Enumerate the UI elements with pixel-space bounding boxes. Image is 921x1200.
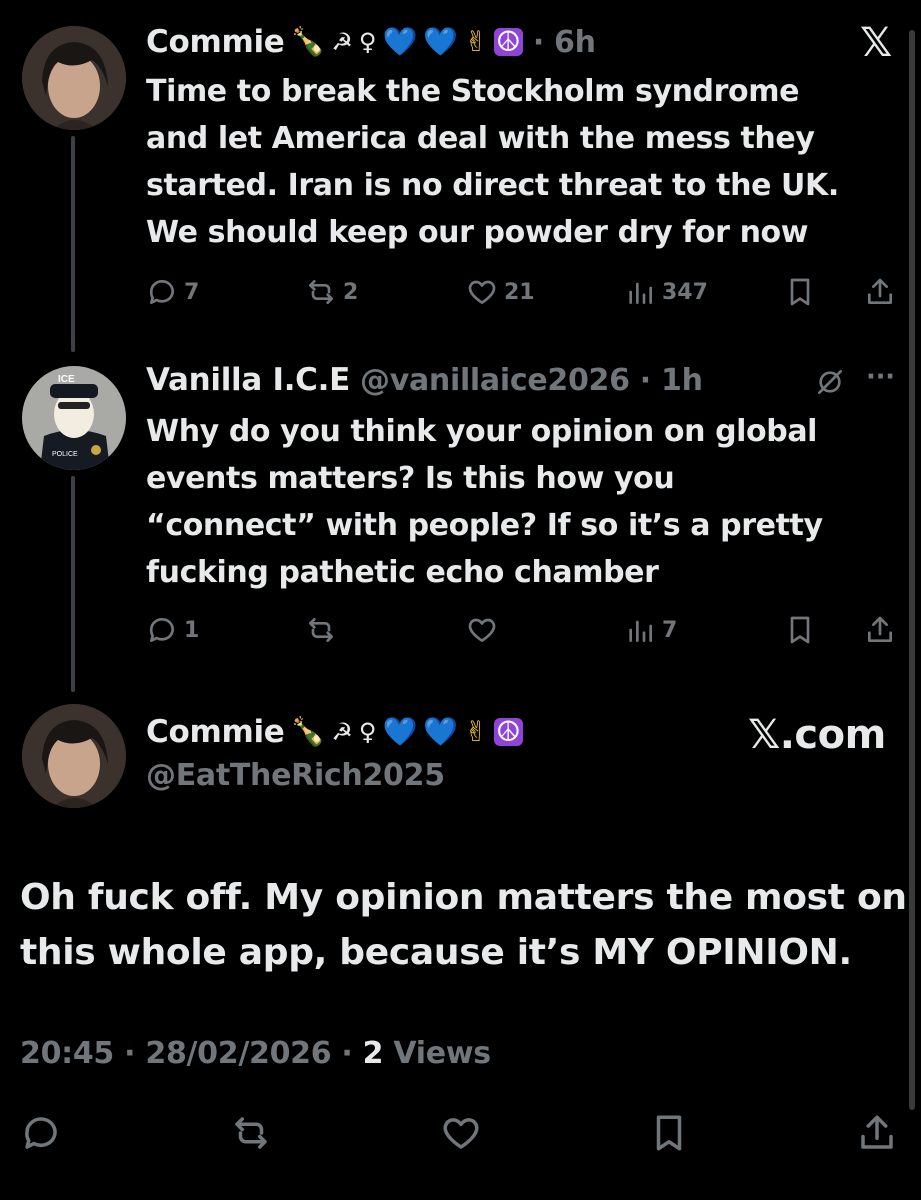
reply-button[interactable]: 1 bbox=[146, 614, 199, 646]
avatar-commie[interactable] bbox=[22, 704, 126, 808]
victory-hand-emoji: ✌ bbox=[464, 715, 488, 748]
repost-icon bbox=[309, 618, 333, 642]
bookmark-icon bbox=[790, 616, 810, 644]
like-count: 21 bbox=[504, 279, 535, 305]
share-icon bbox=[861, 1115, 893, 1149]
repost-button[interactable]: 2 bbox=[305, 276, 358, 308]
reply-button[interactable] bbox=[20, 1112, 62, 1158]
share-button[interactable] bbox=[856, 1112, 898, 1158]
x-com-brand: 𝕏.com bbox=[748, 712, 886, 758]
tweet2-body: Why do you think your opinion on global … bbox=[146, 408, 823, 596]
heart-icon bbox=[468, 618, 496, 642]
reply-button[interactable]: 7 bbox=[146, 276, 199, 308]
tweet-line: fucking pathetic echo chamber bbox=[146, 555, 659, 590]
more-options-button[interactable]: ··· bbox=[866, 362, 895, 392]
scrollbar[interactable] bbox=[909, 30, 915, 1110]
like-button[interactable] bbox=[440, 1112, 482, 1158]
victory-hand-emoji: ✌ bbox=[464, 25, 488, 58]
grok-icon bbox=[818, 370, 842, 394]
date-time[interactable]: 20:45 · 28/02/2026 · bbox=[20, 1036, 363, 1071]
blue-heart-emoji: 💙 bbox=[382, 715, 418, 748]
views-icon bbox=[629, 282, 652, 304]
bookmark-icon bbox=[656, 1115, 682, 1151]
repost-icon bbox=[309, 280, 333, 304]
screenshot: Commie 🍾 ☭ ♀ 💙 💙 ✌ ☮ · 6h 𝕏 Time to brea… bbox=[0, 0, 921, 1200]
share-button[interactable] bbox=[864, 614, 896, 646]
bookmark-button[interactable] bbox=[784, 276, 816, 308]
blue-heart-emoji: 💙 bbox=[423, 715, 459, 748]
reply-icon bbox=[25, 1117, 57, 1149]
like-button[interactable]: 21 bbox=[466, 276, 535, 308]
display-name[interactable]: Vanilla I.C.E bbox=[146, 362, 350, 398]
repost-button[interactable] bbox=[230, 1112, 272, 1158]
display-name[interactable]: Commie bbox=[146, 24, 285, 60]
heart-icon bbox=[443, 1118, 479, 1149]
views-count: 2 bbox=[362, 1036, 384, 1071]
tweet-line: this whole app, because it’s MY OPINION. bbox=[20, 932, 852, 973]
peace-symbol-emoji: ☮ bbox=[493, 25, 523, 58]
thread-line bbox=[71, 136, 75, 352]
reply-count: 7 bbox=[184, 279, 200, 305]
tweet-line: “connect” with people? If so it’s a pret… bbox=[146, 508, 823, 543]
peace-symbol-emoji: ☮ bbox=[493, 715, 523, 748]
tweet-line: Time to break the Stockholm syndrome bbox=[146, 74, 800, 109]
tweet3-header: Commie 🍾 ☭ ♀ 💙 💙 ✌ ☮ bbox=[146, 714, 523, 750]
svg-text:ICE: ICE bbox=[58, 374, 75, 385]
bookmark-button[interactable] bbox=[784, 614, 816, 646]
heart-icon bbox=[468, 280, 496, 304]
svg-text:POLICE: POLICE bbox=[52, 451, 78, 458]
views-button[interactable]: 347 bbox=[624, 276, 708, 308]
display-name[interactable]: Commie bbox=[146, 714, 285, 750]
tweet2-header: Vanilla I.C.E @vanillaice2026 · 1h bbox=[146, 362, 703, 398]
avatar-vanilla-ice[interactable]: ICE POLICE bbox=[22, 366, 126, 470]
tweet-timestamp: 20:45 · 28/02/2026 · 2 Views bbox=[20, 1036, 491, 1071]
hammer-sickle-emoji: ☭ bbox=[331, 718, 353, 746]
views-count: 347 bbox=[662, 279, 708, 305]
reply-icon bbox=[149, 618, 174, 642]
tweet-line: We should keep our powder dry for now bbox=[146, 215, 809, 250]
repost-icon bbox=[235, 1117, 267, 1149]
tweet-time[interactable]: · 6h bbox=[533, 25, 596, 60]
blue-heart-emoji: 💙 bbox=[423, 25, 459, 58]
female-sign-emoji: ♀ bbox=[358, 28, 377, 56]
tweet-line: Why do you think your opinion on global bbox=[146, 414, 818, 449]
handle-and-time[interactable]: @vanillaice2026 · 1h bbox=[360, 363, 703, 398]
bookmark-button[interactable] bbox=[648, 1112, 690, 1158]
tweet-line: events matters? Is this how you bbox=[146, 461, 675, 496]
female-sign-emoji: ♀ bbox=[358, 718, 377, 746]
like-button[interactable] bbox=[466, 614, 498, 646]
blue-heart-emoji: 💙 bbox=[382, 25, 418, 58]
champagne-emoji: 🍾 bbox=[290, 715, 326, 748]
bookmark-icon bbox=[790, 278, 810, 306]
champagne-emoji: 🍾 bbox=[290, 25, 326, 58]
hammer-sickle-emoji: ☭ bbox=[331, 28, 353, 56]
views-icon bbox=[629, 620, 652, 642]
views-label: Views bbox=[383, 1036, 491, 1071]
grok-button[interactable] bbox=[814, 366, 846, 398]
repost-count: 2 bbox=[343, 279, 359, 305]
views-count: 7 bbox=[662, 617, 678, 643]
tweet-line: Oh fuck off. My opinion matters the most… bbox=[20, 877, 907, 918]
share-icon bbox=[868, 616, 892, 642]
tweet1-header: Commie 🍾 ☭ ♀ 💙 💙 ✌ ☮ · 6h bbox=[146, 24, 596, 60]
repost-button[interactable] bbox=[305, 614, 337, 646]
reply-count: 1 bbox=[184, 617, 200, 643]
tweet-line: and let America deal with the mess they bbox=[146, 121, 815, 156]
views-button[interactable]: 7 bbox=[624, 614, 677, 646]
tweet-line: started. Iran is no direct threat to the… bbox=[146, 168, 839, 203]
thread-line bbox=[71, 476, 75, 692]
x-logo-icon: 𝕏 bbox=[860, 20, 893, 66]
tweet3-body: Oh fuck off. My opinion matters the most… bbox=[20, 870, 910, 980]
tweet1-body: Time to break the Stockholm syndrome and… bbox=[146, 68, 839, 256]
share-icon bbox=[868, 278, 892, 304]
share-button[interactable] bbox=[864, 276, 896, 308]
avatar-commie[interactable] bbox=[22, 26, 126, 130]
user-handle[interactable]: @EatTheRich2025 bbox=[146, 758, 445, 793]
reply-icon bbox=[149, 280, 174, 304]
